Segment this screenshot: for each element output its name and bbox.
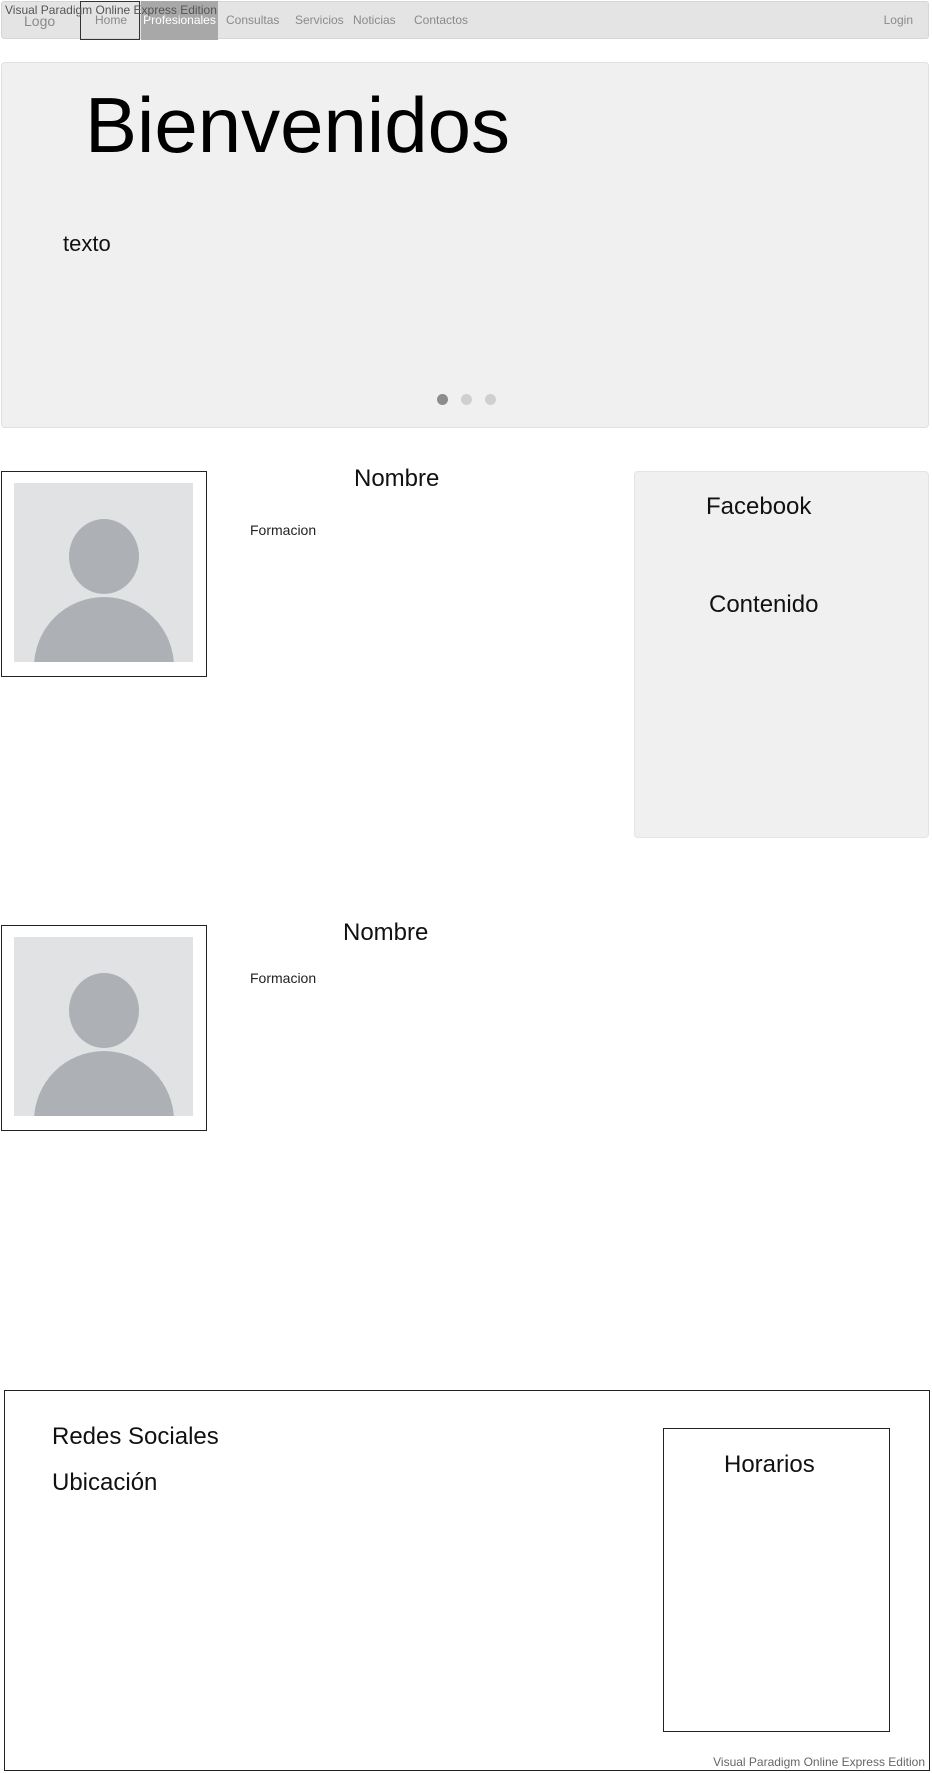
watermark-top: Visual Paradigm Online Express Edition (5, 3, 217, 17)
hours-title: Horarios (724, 1451, 815, 1478)
carousel-dot-1[interactable] (437, 394, 448, 405)
watermark-bottom: Visual Paradigm Online Express Edition (713, 1755, 925, 1769)
profile-photo-1 (1, 471, 207, 677)
profile-name-2: Nombre (343, 919, 429, 946)
profile-formation-1: Formacion (250, 522, 317, 538)
avatar-placeholder-icon (14, 937, 193, 1116)
carousel-dot-2[interactable] (461, 394, 472, 405)
nav-item-contactos[interactable]: Contactos (414, 13, 468, 27)
nav-item-servicios[interactable]: Servicios (295, 13, 344, 27)
nav-item-consultas[interactable]: Consultas (226, 13, 279, 27)
facebook-panel (634, 471, 929, 838)
login-link[interactable]: Login (884, 13, 913, 27)
footer-social-networks[interactable]: Redes Sociales (52, 1423, 219, 1451)
facebook-title: Facebook (706, 493, 812, 520)
hero-text: texto (63, 231, 111, 256)
avatar-placeholder-icon (14, 483, 193, 662)
nav-item-noticias[interactable]: Noticias (353, 13, 396, 27)
profile-name-1: Nombre (354, 465, 440, 492)
facebook-content: Contenido (709, 591, 819, 618)
footer-location[interactable]: Ubicación (52, 1469, 157, 1497)
profile-formation-2: Formacion (250, 970, 317, 986)
hero-title: Bienvenidos (85, 81, 510, 169)
profile-photo-2 (1, 925, 207, 1131)
carousel-dot-3[interactable] (485, 394, 496, 405)
